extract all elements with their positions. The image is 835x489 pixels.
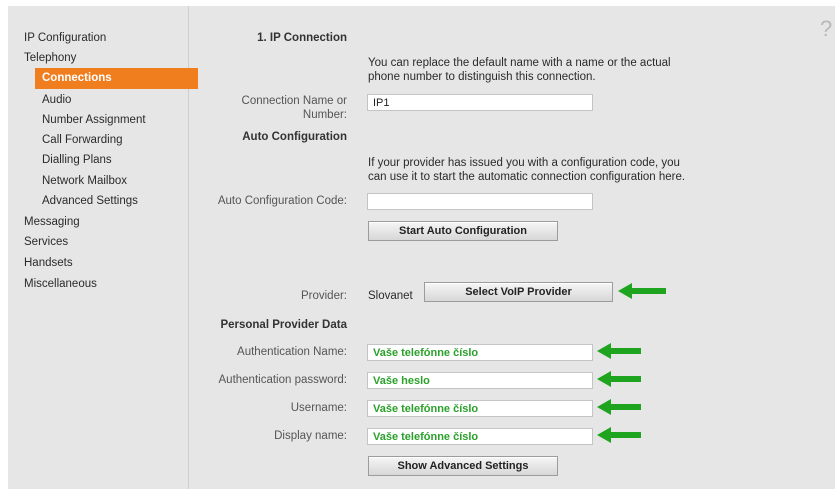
authentication-name-input[interactable] [367,344,593,361]
sidebar-item-services[interactable]: Services [24,232,68,252]
auto-configuration-description: If your provider has issued you with a c… [368,156,685,184]
select-voip-provider-button[interactable]: Select VoIP Provider [424,282,613,302]
sidebar-item-miscellaneous[interactable]: Miscellaneous [24,274,97,294]
sidebar-item-messaging[interactable]: Messaging [24,212,80,232]
start-auto-configuration-button[interactable]: Start Auto Configuration [368,221,558,241]
arrow-left-icon [618,283,666,299]
sidebar-item-advanced-settings[interactable]: Advanced Settings [42,191,138,211]
help-icon[interactable]: ? [820,18,832,40]
sidebar-item-telephony[interactable]: Telephony [24,48,76,68]
sidebar-item-handsets[interactable]: Handsets [24,253,73,273]
auto-configuration-code-input[interactable] [367,193,593,210]
personal-provider-data-heading: Personal Provider Data [220,319,347,331]
ip-connection-description-line: You can replace the default name with a … [368,57,671,69]
username-label: Username: [290,402,347,414]
authentication-password-label: Authentication password: [218,374,348,386]
ip-connection-description-line: phone number to distinguish this connect… [368,71,596,83]
sidebar-item-dialling-plans[interactable]: Dialling Plans [42,150,112,170]
sidebar-item-network-mailbox[interactable]: Network Mailbox [42,171,127,191]
display-name-label: Display name: [274,430,347,442]
sidebar-item-audio[interactable]: Audio [42,90,71,110]
connection-name-label: Connection Name or Number: [147,94,347,122]
sidebar-item-connections[interactable]: Connections [35,68,198,89]
provider-label: Provider: [300,290,347,302]
auto-configuration-code-label: Auto Configuration Code: [217,195,347,207]
connection-name-label-line: Number: [302,109,347,121]
arrow-left-icon [597,343,641,359]
connection-name-input[interactable] [367,94,593,111]
auto-configuration-description-line: can use it to start the automatic connec… [368,171,686,183]
ip-connection-heading: 1. IP Connection [257,32,347,44]
show-advanced-settings-button[interactable]: Show Advanced Settings [368,456,558,476]
authentication-name-label: Authentication Name: [237,346,347,358]
arrow-left-icon [597,371,641,387]
username-input[interactable] [367,400,593,417]
authentication-password-input[interactable] [367,372,593,389]
sidebar-item-ip-configuration[interactable]: IP Configuration [24,28,106,48]
auto-configuration-heading: Auto Configuration [242,131,347,143]
provider-value: Slovanet [368,290,413,302]
connection-name-label-line: Connection Name or [241,95,347,107]
auto-configuration-description-line: If your provider has issued you with a c… [368,157,680,169]
arrow-left-icon [597,399,641,415]
arrow-left-icon [597,427,641,443]
ip-connection-description: You can replace the default name with a … [368,56,671,84]
sidebar-item-call-forwarding[interactable]: Call Forwarding [42,130,123,150]
sidebar-item-number-assignment[interactable]: Number Assignment [42,110,146,130]
display-name-input[interactable] [367,428,593,445]
